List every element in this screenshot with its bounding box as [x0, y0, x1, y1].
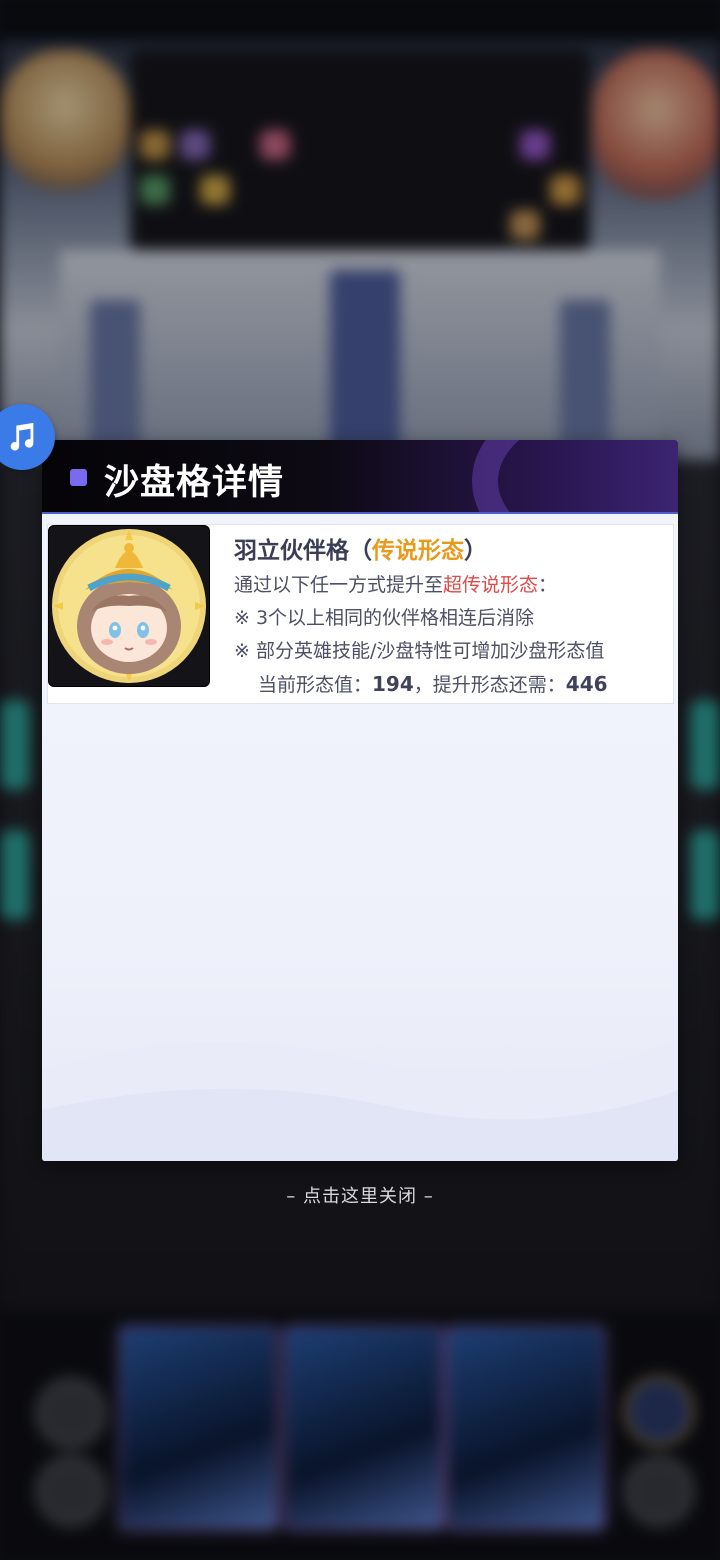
current-form-value: 194: [372, 672, 414, 696]
tile-name: 羽立伙伴格: [234, 537, 349, 564]
needed-form-value: 446: [565, 672, 608, 696]
upgrade-rule-1: ※ 3个以上相同的伙伴格相连后消除: [234, 607, 535, 629]
dialog-header: 沙盘格详情: [42, 440, 678, 514]
needed-value-label: ，提升形态还需：: [413, 674, 566, 696]
target-form-highlight: 超传说形态: [443, 574, 539, 596]
title-marker-icon: [70, 469, 87, 486]
close-dialog-link[interactable]: – 点击这里关闭 –: [0, 1182, 720, 1208]
upgrade-rule-2: ※ 部分英雄技能/沙盘特性可增加沙盘形态值: [234, 640, 605, 662]
dialog-wave-decoration: [42, 1040, 678, 1161]
desc-suffix: ：: [538, 574, 558, 596]
paren-open: （: [349, 537, 372, 564]
dialog-title: 沙盘格详情: [104, 462, 285, 503]
current-value-label: 当前形态值：: [258, 674, 373, 696]
paren-close: ）: [464, 537, 487, 564]
desc-prefix: 通过以下任一方式提升至: [234, 574, 444, 596]
form-value-line: 当前形态值：194，提升形态还需：446: [234, 668, 664, 701]
music-note-icon: [10, 422, 34, 451]
tile-detail-dialog: 沙盘格详情 羽立伙伴格（传说形态） 通过以下任一方式提升至超传说形态： ※ 3个…: [42, 440, 678, 1161]
tile-info-text: 羽立伙伴格（传说形态） 通过以下任一方式提升至超传说形态： ※ 3个以上相同的伙…: [234, 533, 664, 701]
tile-name-line: 羽立伙伴格（传说形态）: [234, 533, 664, 569]
tile-info-card: 羽立伙伴格（传说形态） 通过以下任一方式提升至超传说形态： ※ 3个以上相同的伙…: [47, 524, 674, 704]
tile-form-label: 传说形态: [372, 537, 464, 564]
companion-portrait: [48, 525, 210, 687]
upgrade-description: 通过以下任一方式提升至超传说形态：: [234, 569, 664, 602]
